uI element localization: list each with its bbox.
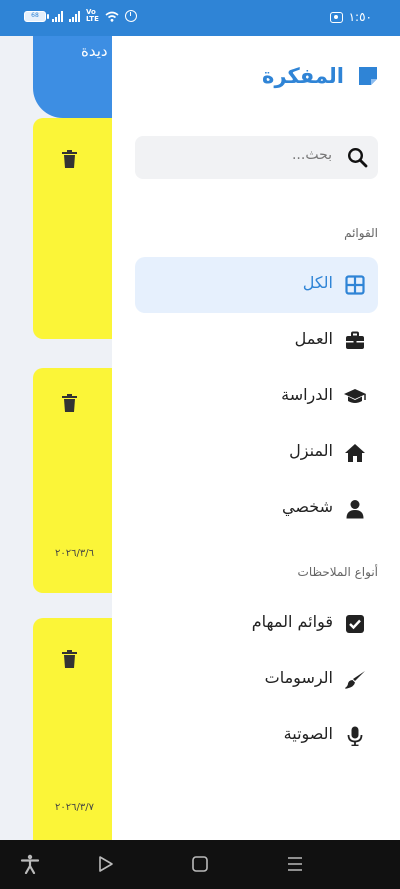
status-bar: 68 Vo LTE ١:٥٠	[0, 0, 400, 36]
volte-badge: Vo LTE	[86, 8, 99, 23]
alarm-icon	[124, 10, 137, 22]
signal-icon-2	[69, 10, 80, 22]
nav-item-all[interactable]: الكل	[135, 257, 378, 313]
nav-item-label: الكل	[302, 273, 333, 292]
signal-icon	[52, 10, 63, 22]
nav-item-label: الرسومات	[264, 668, 333, 687]
new-note-label: ديدة	[81, 42, 108, 60]
battery-icon: 68	[24, 10, 49, 22]
briefcase-icon	[346, 331, 364, 349]
new-note-button[interactable]: ديدة	[33, 36, 112, 118]
nav-item-home[interactable]: المنزل	[135, 425, 378, 481]
nav-item-study[interactable]: الدراسة	[135, 369, 378, 425]
graduation-cap-icon	[344, 389, 366, 403]
nav-item-personal[interactable]: شخصي	[135, 481, 378, 537]
trash-icon[interactable]	[62, 650, 77, 668]
search-bar[interactable]	[135, 136, 378, 179]
trash-icon[interactable]	[62, 394, 77, 412]
note-date: ٢٠٢٦/٣/٦	[55, 548, 94, 559]
nav-item-label: الدراسة	[281, 385, 333, 404]
search-icon[interactable]	[347, 147, 368, 168]
home-icon	[345, 444, 365, 462]
checkbox-icon	[346, 615, 364, 633]
nav-item-label: الصوتية	[283, 724, 333, 743]
home-button-icon[interactable]	[190, 854, 210, 874]
battery-level: 68	[31, 11, 39, 19]
nav-item-label: شخصي	[282, 497, 333, 516]
system-navigation-bar	[0, 840, 400, 889]
nav-item-task-lists[interactable]: قوائم المهام	[135, 596, 378, 652]
note-date: ٢٠٢٦/٣/٧	[55, 802, 94, 813]
trash-icon[interactable]	[62, 150, 77, 168]
nav-item-label: المنزل	[289, 441, 333, 460]
app-title: المفكرة	[262, 64, 344, 88]
status-icons-left: 68 Vo LTE	[24, 9, 137, 23]
brush-icon	[345, 671, 365, 689]
notes-screen-background: ديدة ٢٠٢٦/٣/٦ ٢٠٢٦/٣/٧	[0, 36, 112, 840]
recents-menu-icon[interactable]	[285, 854, 305, 874]
accessibility-icon[interactable]	[20, 854, 40, 874]
navigation-drawer: المفكرة القوائم الكل العمل الدراسة المنز…	[112, 36, 400, 840]
clock: ١:٥٠	[348, 10, 372, 24]
nav-item-work[interactable]: العمل	[135, 313, 378, 369]
status-icons-right: ١:٥٠	[329, 10, 372, 24]
note-types-heading: أنواع الملاحظات	[297, 565, 378, 579]
user-icon	[346, 500, 364, 519]
grid-icon	[345, 275, 365, 295]
note-card[interactable]	[33, 118, 112, 339]
note-card[interactable]: ٢٠٢٦/٣/٧	[33, 618, 112, 840]
note-card[interactable]: ٢٠٢٦/٣/٦	[33, 368, 112, 593]
nav-item-label: العمل	[294, 329, 333, 348]
lists-heading: القوائم	[344, 226, 378, 240]
microphone-icon	[347, 726, 363, 746]
screen-record-icon	[329, 11, 343, 23]
search-input[interactable]	[152, 147, 332, 163]
back-icon[interactable]	[96, 854, 116, 874]
wifi-icon	[105, 11, 119, 22]
drawer-header: المفكرة	[262, 64, 380, 88]
nav-item-drawings[interactable]: الرسومات	[135, 652, 378, 708]
sticky-note-icon	[359, 67, 377, 85]
nav-item-label: قوائم المهام	[251, 612, 333, 631]
nav-item-voice[interactable]: الصوتية	[135, 708, 378, 764]
